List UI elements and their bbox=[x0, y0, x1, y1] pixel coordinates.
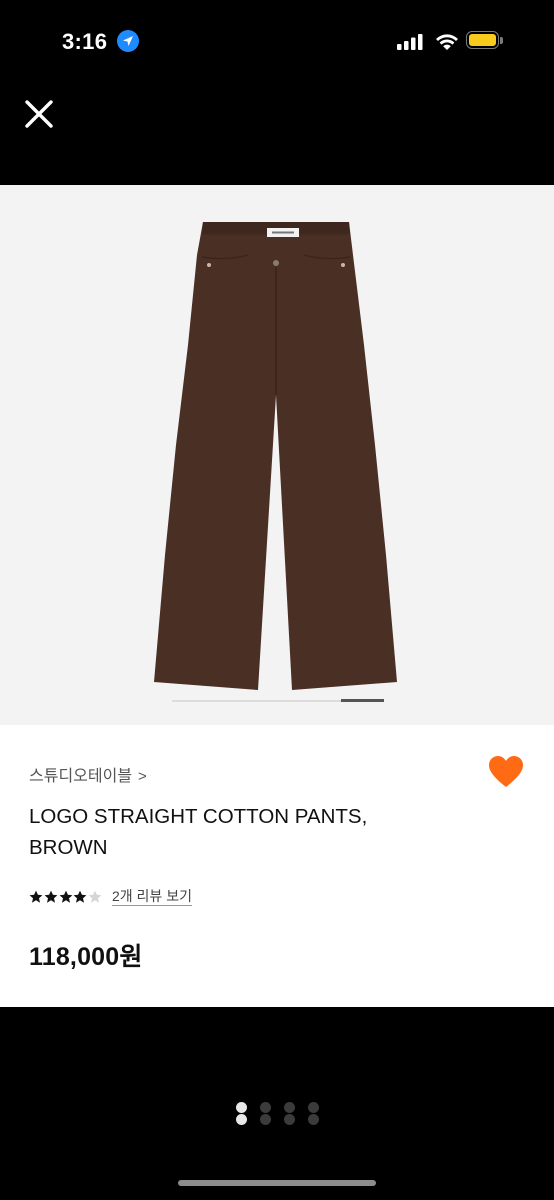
status-bar: 3:16 bbox=[0, 0, 554, 84]
image-scroll-thumb bbox=[341, 699, 384, 702]
page-dot[interactable] bbox=[260, 1102, 271, 1113]
page-dot[interactable] bbox=[308, 1102, 319, 1113]
star-filled-icon bbox=[44, 890, 58, 903]
star-empty-icon bbox=[88, 890, 102, 903]
product-title: LOGO STRAIGHT COTTON PANTS, BROWN bbox=[29, 805, 368, 859]
rating-row: 2개 리뷰 보기 bbox=[29, 886, 192, 908]
battery-icon bbox=[466, 31, 504, 51]
page-dot[interactable] bbox=[236, 1114, 247, 1125]
chevron-right-icon: > bbox=[138, 768, 147, 785]
page-indicator bbox=[233, 1100, 323, 1128]
review-link[interactable]: 2개 리뷰 보기 bbox=[111, 888, 192, 906]
wifi-icon bbox=[436, 34, 458, 50]
close-icon bbox=[25, 100, 53, 128]
page-dot[interactable] bbox=[308, 1114, 319, 1125]
home-indicator[interactable] bbox=[178, 1180, 376, 1186]
product-price: 118,000원 bbox=[29, 943, 143, 971]
product-image bbox=[154, 222, 397, 690]
location-arrow-icon bbox=[117, 30, 139, 52]
page-dot[interactable] bbox=[284, 1114, 295, 1125]
page-dot[interactable] bbox=[260, 1114, 271, 1125]
star-filled-icon bbox=[73, 890, 87, 903]
cellular-signal-icon bbox=[397, 34, 423, 50]
brand-name: 스튜디오테이블 bbox=[29, 768, 133, 785]
star-filled-icon bbox=[59, 890, 72, 903]
rating-stars bbox=[29, 890, 103, 904]
page-dot[interactable] bbox=[284, 1102, 295, 1113]
star-filled-icon bbox=[29, 890, 43, 903]
product-image-area[interactable] bbox=[0, 185, 554, 725]
product-info-card: 스튜디오테이블 > LOGO STRAIGHT COTTON PANTS, BRO… bbox=[0, 725, 554, 1007]
page-dot[interactable] bbox=[236, 1102, 247, 1113]
brand-link[interactable]: 스튜디오테이블 > bbox=[29, 762, 147, 786]
status-time: 3:16 bbox=[62, 29, 108, 54]
heart-icon[interactable] bbox=[488, 755, 524, 789]
close-button[interactable] bbox=[20, 95, 58, 133]
